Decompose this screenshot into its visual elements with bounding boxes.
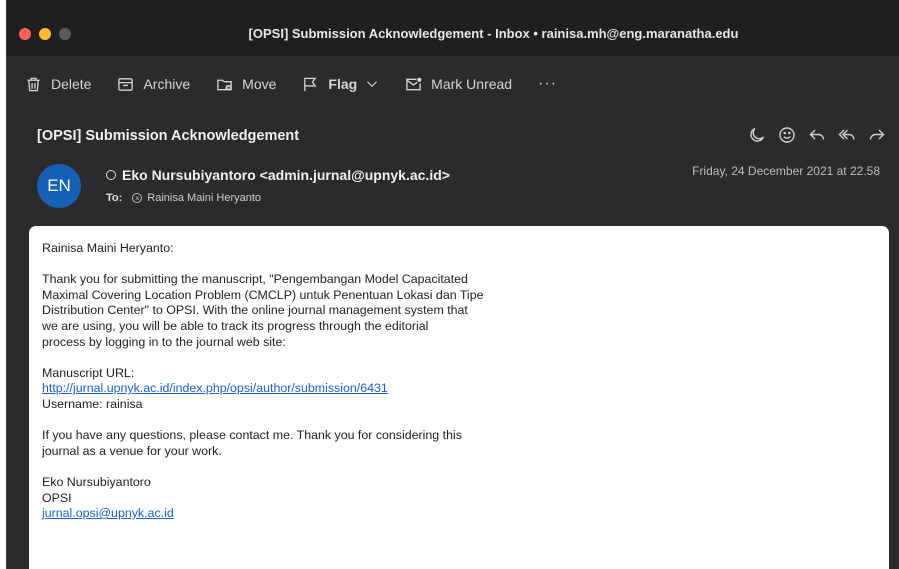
message-date: Friday, 24 December 2021 at 22.58: [692, 164, 880, 178]
folder-move-icon: [217, 79, 232, 91]
reply-icon[interactable]: [808, 126, 826, 144]
moon-icon[interactable]: [748, 126, 766, 144]
archive-button[interactable]: Archive: [117, 76, 190, 93]
paragraph-line: Maximal Covering Location Problem (CMCLP…: [42, 287, 484, 302]
to-label: To:: [106, 192, 123, 204]
reply-all-icon[interactable]: [838, 126, 856, 144]
archive-label: Archive: [143, 76, 191, 92]
paragraph-line: process by logging in to the journal web…: [42, 334, 286, 349]
emoji-icon[interactable]: [778, 126, 796, 144]
sender-avatar: EN: [37, 164, 81, 208]
paragraph-line: we are using, you will be able to track …: [42, 318, 429, 333]
trash-icon: [27, 77, 40, 91]
signature-org: OPSI: [42, 490, 72, 505]
move-label: Move: [242, 76, 277, 92]
signature-email-link[interactable]: jurnal.opsi@upnyk.ac.id: [42, 506, 174, 520]
message-body: Rainisa Maini Heryanto: Thank you for su…: [29, 226, 889, 569]
username-line: Username: rainisa: [42, 396, 143, 411]
message-actions: [736, 126, 886, 144]
move-button[interactable]: Move: [216, 76, 276, 93]
archive-box-icon: [118, 77, 134, 91]
manuscript-url-link[interactable]: http://jurnal.upnyk.ac.id/index.php/opsi…: [42, 381, 388, 395]
delete-button[interactable]: Delete: [25, 76, 91, 93]
window-title: [OPSI] Submission Acknowledgement - Inbo…: [248, 26, 739, 41]
flag-icon: [304, 77, 317, 91]
paragraph-line: If you have any questions, please contac…: [42, 428, 462, 443]
flag-label: Flag: [328, 76, 358, 92]
delete-label: Delete: [51, 76, 92, 92]
unread-ring-icon: [106, 170, 116, 180]
greeting: Rainisa Maini Heryanto:: [42, 241, 174, 255]
manuscript-url-label: Manuscript URL:: [42, 365, 135, 380]
mark-unread-button[interactable]: Mark Unread: [405, 76, 512, 93]
flag-button[interactable]: Flag: [302, 76, 379, 93]
message-header: [OPSI] Submission Acknowledgement EN Eko…: [7, 112, 899, 226]
forward-icon[interactable]: [868, 126, 886, 144]
mark-unread-label: Mark Unread: [431, 76, 513, 92]
paragraph-line: journal as a venue for your work.: [42, 443, 222, 458]
paragraph-line: Distribution Center" to OPSI. With the o…: [42, 303, 468, 318]
remove-recipient-icon: ×: [132, 193, 143, 203]
message-body-content: Rainisa Maini Heryanto: Thank you for su…: [42, 241, 562, 522]
signature-name: Eko Nursubiyantoro: [42, 474, 151, 489]
sender-line[interactable]: Eko Nursubiyantoro <admin.jurnal@upnyk.a…: [106, 167, 450, 183]
more-options-button[interactable]: ···: [538, 75, 557, 93]
sender-name: Eko Nursubiyantoro <admin.jurnal@upnyk.a…: [122, 167, 450, 183]
title-bar: [OPSI] Submission Acknowledgement - Inbo…: [7, 0, 899, 56]
recipient-name[interactable]: Rainisa Maini Heryanto: [147, 192, 261, 204]
toolbar: Delete Archive Move Flag Mark Unread ···: [7, 64, 899, 104]
message-subject: [OPSI] Submission Acknowledgement: [37, 128, 300, 144]
paragraph-line: Thank you for submitting the manuscript,…: [42, 272, 468, 287]
envelope-dot-icon: [406, 77, 422, 90]
recipient-row: To: × Rainisa Maini Heryanto: [106, 192, 261, 204]
chevron-down-icon[interactable]: [365, 77, 379, 91]
mail-window: [OPSI] Submission Acknowledgement - Inbo…: [6, 0, 899, 569]
